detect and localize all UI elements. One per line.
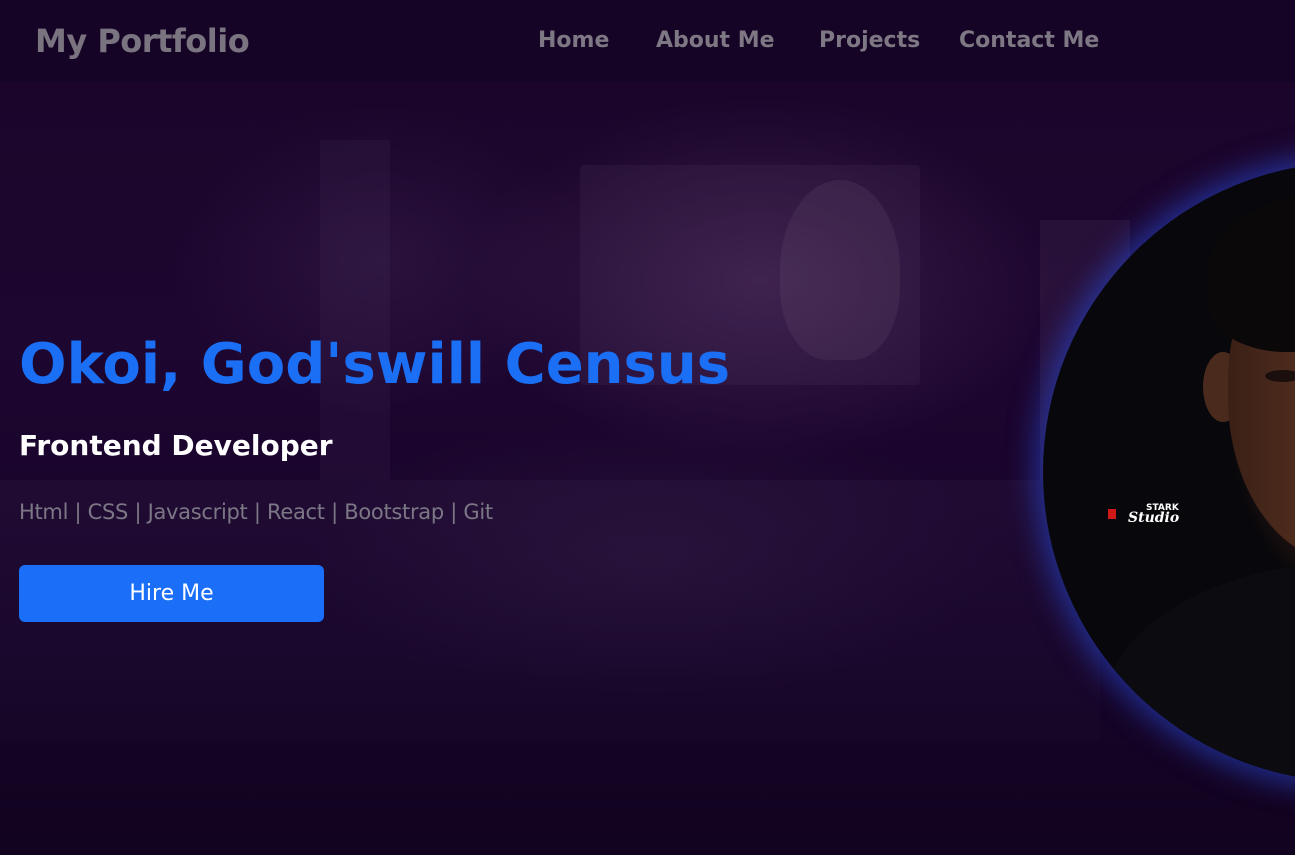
nav-link-contact-me[interactable]: Contact Me bbox=[959, 26, 1099, 56]
hero-skills-list: Html | CSS | Javascript | React | Bootst… bbox=[19, 500, 493, 524]
watermark-mark-icon bbox=[1108, 509, 1116, 519]
profile-photo-hair bbox=[1208, 192, 1295, 352]
hire-me-button[interactable]: Hire Me bbox=[19, 565, 324, 622]
nav-link-about-me[interactable]: About Me bbox=[656, 26, 775, 56]
brand-logo-link[interactable]: My Portfolio bbox=[35, 19, 250, 63]
watermark-line2: Studio bbox=[1128, 510, 1180, 526]
nav-link-home[interactable]: Home bbox=[538, 26, 609, 56]
portfolio-page: My Portfolio Home About Me Projects Cont… bbox=[0, 0, 1295, 855]
hero-name-heading: Okoi, God'swill Census bbox=[19, 332, 731, 397]
hero-role-subtitle: Frontend Developer bbox=[19, 429, 333, 462]
navbar: My Portfolio Home About Me Projects Cont… bbox=[0, 0, 1295, 82]
nav-link-projects[interactable]: Projects bbox=[819, 26, 920, 56]
profile-photo-hoodie bbox=[1103, 562, 1295, 782]
photo-watermark-logo: STARK Studio bbox=[1108, 503, 1188, 527]
profile-photo-eye bbox=[1265, 370, 1295, 382]
background-figure bbox=[780, 180, 900, 360]
